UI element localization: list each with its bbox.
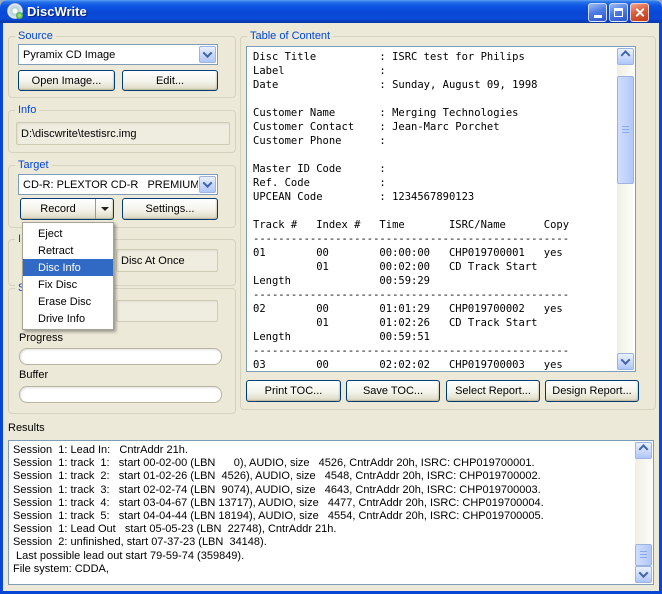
chevron-down-icon: [639, 568, 649, 578]
menu-item-fix-disc[interactable]: Fix Disc: [23, 276, 113, 293]
target-drive-combobox[interactable]: CD-R: PLEXTOR CD-R PREMIUM 1.0: [18, 174, 218, 195]
source-type-value: Pyramix CD Image: [23, 45, 198, 64]
design-report-button[interactable]: Design Report...: [545, 380, 639, 402]
image-path-field: D:\discwrite\testisrc.img: [16, 122, 230, 145]
results-scroll-thumb[interactable]: [635, 544, 652, 566]
chevron-down-icon: [203, 178, 213, 188]
toc-text[interactable]: Disc Title : ISRC test for Philips Label…: [253, 50, 617, 371]
menu-item-erase-disc[interactable]: Erase Disc: [23, 293, 113, 310]
maximize-button[interactable]: [609, 3, 628, 22]
record-split-button[interactable]: Record: [20, 198, 114, 220]
select-report-button[interactable]: Select Report...: [446, 380, 540, 402]
toc-textarea[interactable]: Disc Title : ISRC test for Philips Label…: [246, 46, 636, 372]
toc-scrollbar[interactable]: [617, 48, 634, 370]
window-border-left: [0, 23, 3, 594]
write-mode-field: Disc At Once: [116, 249, 218, 272]
buffer-bar: [19, 386, 222, 403]
info-group-label: Info: [15, 103, 39, 117]
toc-group-label: Table of Content: [247, 29, 333, 43]
scroll-grip-icon: [622, 126, 629, 134]
triangle-down-icon: [101, 207, 109, 211]
results-text[interactable]: Session 1: Lead In: CntrAddr 21h. Sessio…: [13, 444, 635, 584]
scroll-down-button[interactable]: [635, 566, 652, 583]
source-group-label: Source: [15, 29, 56, 43]
close-button[interactable]: [630, 3, 649, 22]
target-combo-arrow[interactable]: [199, 176, 216, 193]
save-toc-button[interactable]: Save TOC...: [346, 380, 440, 402]
minimize-icon: [594, 15, 602, 18]
results-scrollbar[interactable]: [635, 442, 652, 583]
chevron-up-icon: [639, 444, 649, 454]
scroll-down-button[interactable]: [617, 353, 634, 370]
results-textarea[interactable]: Session 1: Lead In: CntrAddr 21h. Sessio…: [8, 440, 654, 585]
source-type-combobox[interactable]: Pyramix CD Image: [18, 44, 218, 65]
maximize-icon: [614, 8, 623, 17]
app-window: DiscWrite Source Pyramix CD Image Open I…: [0, 0, 662, 594]
open-image-button[interactable]: Open Image...: [18, 70, 115, 91]
target-drive-value: CD-R: PLEXTOR CD-R PREMIUM 1.0: [23, 175, 198, 194]
scroll-up-button[interactable]: [635, 442, 652, 459]
edit-button[interactable]: Edit...: [122, 70, 218, 91]
menu-item-retract[interactable]: Retract: [23, 242, 113, 259]
buffer-label: Buffer: [19, 369, 48, 381]
record-dropdown-menu: Eject Retract Disc Info Fix Disc Erase D…: [22, 222, 114, 330]
record-dropdown-arrow[interactable]: [95, 199, 113, 219]
source-combo-arrow[interactable]: [199, 46, 216, 63]
status-field: [116, 300, 218, 322]
scroll-grip-icon: [640, 551, 647, 559]
toc-scroll-thumb[interactable]: [617, 76, 634, 184]
chevron-up-icon: [621, 50, 631, 60]
progress-label: Progress: [19, 332, 63, 344]
scroll-up-button[interactable]: [617, 48, 634, 65]
menu-item-disc-info[interactable]: Disc Info: [23, 259, 113, 276]
menu-item-drive-info[interactable]: Drive Info: [23, 310, 113, 327]
print-toc-button[interactable]: Print TOC...: [246, 380, 341, 402]
window-title: DiscWrite: [27, 4, 87, 19]
record-button-label[interactable]: Record: [21, 199, 95, 219]
chevron-down-icon: [203, 48, 213, 58]
minimize-button[interactable]: [588, 3, 607, 22]
progress-bar: [19, 348, 222, 365]
results-label: Results: [8, 422, 45, 434]
target-group-label: Target: [15, 158, 52, 172]
close-icon: [634, 7, 645, 18]
menu-item-eject[interactable]: Eject: [23, 225, 113, 242]
chevron-down-icon: [621, 355, 631, 365]
titlebar[interactable]: DiscWrite: [0, 0, 662, 23]
app-disc-icon: [7, 3, 23, 19]
settings-button[interactable]: Settings...: [122, 198, 218, 220]
